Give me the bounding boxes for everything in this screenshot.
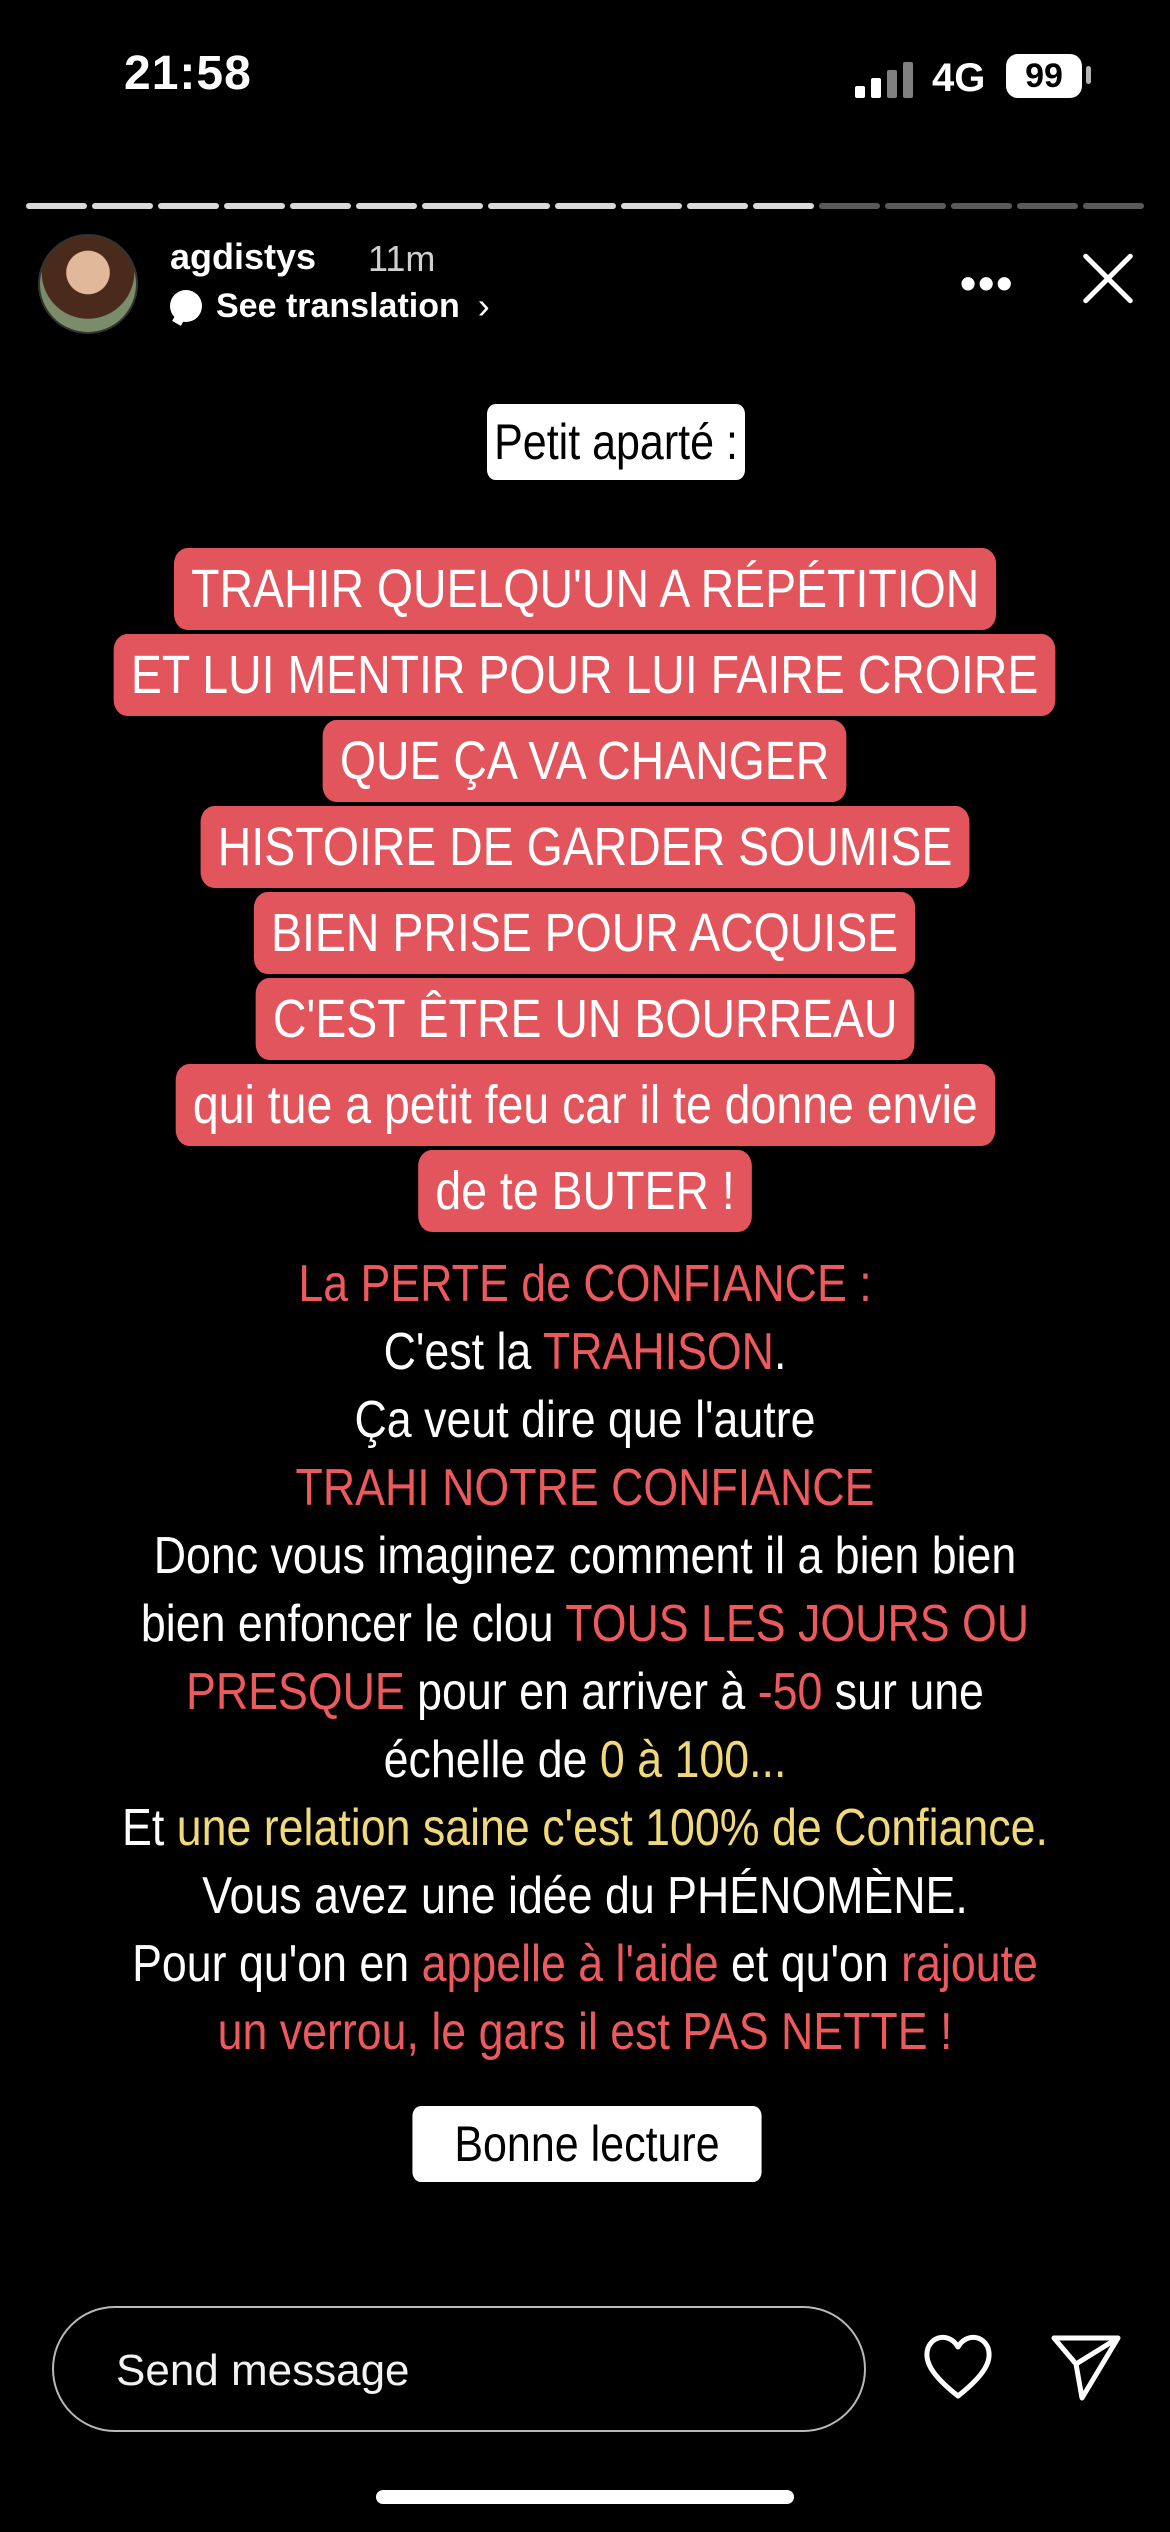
progress-segment [26,203,88,209]
progress-segment [1016,203,1078,209]
story-progress-bar [26,203,1145,209]
red-highlight-line: HISTOIRE DE GARDER SOUMISE [200,806,970,888]
heart-icon[interactable] [920,2330,996,2402]
body-line: PRESQUE pour en arriver à -50 sur une [186,1663,984,1721]
home-indicator [376,2490,794,2504]
progress-segment [620,203,682,209]
see-translation-label: See translation [216,286,460,325]
progress-segment [158,203,220,209]
body-line: échelle de 0 à 100... [383,1731,787,1789]
progress-segment [818,203,880,209]
cellular-signal-icon [855,58,913,98]
send-message-input[interactable]: Send message [52,2306,866,2432]
progress-segment [686,203,748,209]
body-line: Vous avez une idée du PHÉNOMÈNE. [202,1867,968,1925]
body-line: Donc vous imaginez comment il a bien bie… [153,1527,1017,1585]
progress-segment [554,203,616,209]
see-translation-button[interactable]: See translation › [170,284,490,328]
progress-segment [92,203,154,209]
red-highlight-line: QUE ÇA VA CHANGER [323,720,847,802]
red-highlight-line: qui tue a petit feu car il te donne envi… [175,1064,995,1146]
chevron-right-icon: › [477,285,490,326]
status-time: 21:58 [124,47,252,100]
avatar[interactable] [38,234,138,334]
progress-segment [488,203,550,209]
red-highlight-text-block: TRAHIR QUELQU'UN A RÉPÉTITION ET LUI MENT… [0,548,1170,1236]
network-type: 4G [932,56,986,100]
post-time: 11m [368,238,436,279]
progress-segment [356,203,418,209]
body-line: Pour qu'on en appelle à l'aide et qu'on … [132,1935,1038,1993]
send-message-placeholder: Send message [116,2346,410,2395]
body-line: bien enfoncer le clou TOUS LES JOURS OU [140,1595,1030,1653]
status-bar: 21:58 4G 99 [0,0,1170,150]
progress-segment [884,203,946,209]
send-icon[interactable] [1048,2330,1124,2402]
red-highlight-line: C'EST ÊTRE UN BOURREAU [255,978,915,1060]
progress-segment [422,203,484,209]
red-highlight-line: TRAHIR QUELQU'UN A RÉPÉTITION [173,548,997,630]
progress-segment [950,203,1012,209]
body-line: La PERTE de CONFIANCE : [298,1255,872,1313]
body-line: Et une relation saine c'est 100% de Conf… [122,1799,1048,1857]
story-title: Petit aparté : [487,404,745,480]
close-icon[interactable] [1076,248,1140,312]
username[interactable]: agdistys [170,236,316,278]
red-highlight-line: BIEN PRISE POUR ACQUISE [254,892,916,974]
story-body-text: La PERTE de CONFIANCE : C'est la TRAHISO… [0,1250,1170,2066]
body-line: Ça veut dire que l'autre [354,1391,816,1449]
battery-nub [1086,66,1091,84]
more-options-icon[interactable]: ••• [960,256,1014,310]
body-line: un verrou, le gars il est PAS NETTE ! [217,2003,953,2061]
body-line: C'est la TRAHISON. [383,1323,787,1381]
red-highlight-line: de te BUTER ! [418,1150,752,1232]
red-highlight-line: ET LUI MENTIR POUR LUI FAIRE CROIRE [114,634,1056,716]
progress-segment [752,203,814,209]
progress-segment [224,203,286,209]
bonne-lecture-label: Bonne lecture >>> [412,2106,762,2248]
progress-segment [290,203,352,209]
progress-segment [1083,203,1145,209]
body-line: TRAHI NOTRE CONFIANCE [295,1459,875,1517]
translate-bubble-icon [170,290,202,322]
battery-icon: 99 [1006,54,1082,98]
